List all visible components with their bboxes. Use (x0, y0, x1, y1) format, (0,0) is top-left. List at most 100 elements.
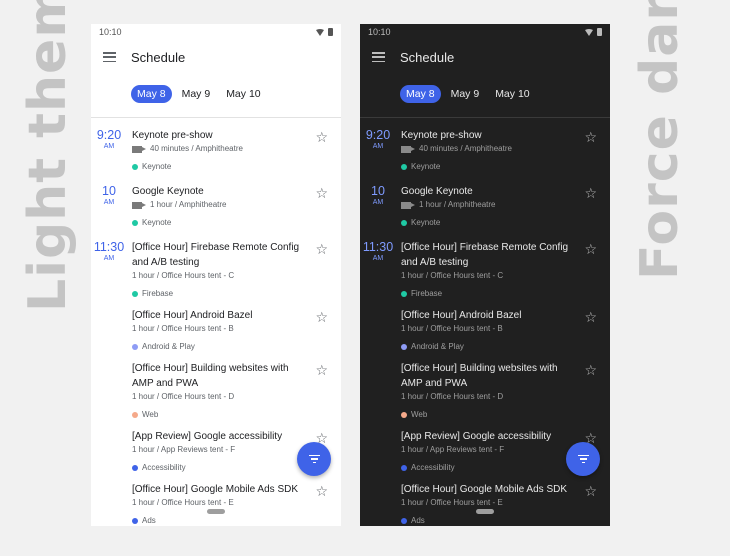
session-tag-label: Web (142, 410, 159, 419)
tab-may-10[interactable]: May 10 (220, 85, 266, 103)
session-meta: 1 hour / Office Hours tent - D (401, 391, 580, 403)
session-time-value: 9:20 (96, 128, 122, 142)
filter-fab[interactable] (566, 442, 600, 476)
star-icon[interactable]: ☆ (315, 186, 328, 200)
star-icon[interactable]: ☆ (315, 130, 328, 144)
home-indicator[interactable] (207, 509, 225, 514)
session-item[interactable]: 10 AM Google Keynote 1 hour / Amphitheatre K… (91, 184, 341, 229)
tag-dot-icon (132, 344, 138, 350)
session-tag: Ads (401, 515, 580, 526)
battery-icon (597, 28, 602, 36)
session-tag: Keynote (401, 217, 580, 229)
session-time-value: 10 (371, 184, 385, 198)
session-time-ampm: AM (103, 143, 115, 150)
tag-dot-icon (401, 465, 407, 471)
wifi-icon (316, 28, 324, 36)
session-meta: 1 hour / Amphitheatre (401, 199, 580, 211)
session-tag-label: Ads (142, 516, 156, 525)
tab-may-9[interactable]: May 9 (176, 85, 217, 103)
session-meta-text: 1 hour / Office Hours tent - E (401, 498, 503, 507)
session-meta: 40 minutes / Amphitheatre (401, 143, 580, 155)
filter-fab[interactable] (297, 442, 331, 476)
menu-icon[interactable] (372, 52, 385, 62)
session-tag-label: Keynote (142, 218, 172, 227)
divider (360, 117, 610, 118)
session-meta-text: 1 hour / App Reviews tent - F (401, 445, 505, 454)
session-tag: Web (132, 409, 311, 421)
tag-dot-icon (132, 465, 138, 471)
session-meta: 1 hour / Office Hours tent - E (401, 497, 580, 509)
star-icon[interactable]: ☆ (584, 484, 597, 498)
star-icon[interactable]: ☆ (584, 310, 597, 324)
session-meta: 1 hour / App Reviews tent - F (132, 444, 311, 456)
tab-may-10[interactable]: May 10 (489, 85, 535, 103)
session-item[interactable]: [Office Hour] Android Bazel 1 hour / Offi… (91, 308, 341, 353)
session-item[interactable]: 9:20 AM Keynote pre-show 40 minutes / Amphi… (360, 128, 610, 173)
session-title: [Office Hour] Google Mobile Ads SDK (132, 484, 299, 495)
session-title: Google Keynote (132, 186, 204, 197)
session-item[interactable]: 10 AM Google Keynote 1 hour / Amphitheatre K… (360, 184, 610, 229)
session-time-ampm: AM (103, 199, 115, 206)
session-tag: Android & Play (401, 341, 580, 353)
session-tag: Keynote (401, 161, 580, 173)
app-bar: Schedule (91, 40, 341, 74)
session-time-ampm: AM (372, 255, 384, 262)
star-icon[interactable]: ☆ (584, 242, 597, 256)
star-icon[interactable]: ☆ (584, 186, 597, 200)
session-title: [App Review] Google accessibility (132, 431, 283, 442)
star-icon[interactable]: ☆ (315, 310, 328, 324)
session-meta-text: 1 hour / Amphitheatre (419, 200, 496, 209)
session-item[interactable]: 9:20 AM Keynote pre-show 40 minutes / Amphi… (91, 128, 341, 173)
session-time-ampm: AM (103, 255, 115, 262)
session-tag: Firebase (401, 288, 580, 300)
session-title: [Office Hour] Building websites with AMP… (401, 363, 558, 389)
star-icon[interactable]: ☆ (315, 484, 328, 498)
video-icon (401, 145, 415, 153)
session-meta-text: 1 hour / Office Hours tent - D (132, 392, 235, 401)
star-icon[interactable]: ☆ (315, 363, 328, 377)
session-item[interactable]: [Office Hour] Building websites with AMP… (360, 361, 610, 421)
session-time-value: 11:30 (93, 240, 125, 254)
session-meta-text: 1 hour / Office Hours tent - C (132, 271, 235, 280)
status-time: 10:10 (368, 27, 391, 37)
session-meta-text: 1 hour / Office Hours tent - B (132, 324, 234, 333)
session-item[interactable]: [Office Hour] Google Mobile Ads SDK 1 hou… (360, 482, 610, 526)
session-time: 11:30 AM (91, 240, 127, 263)
session-time-ampm: AM (372, 143, 384, 150)
app-bar: Schedule (360, 40, 610, 74)
session-title: Keynote pre-show (132, 130, 213, 141)
tag-dot-icon (132, 291, 138, 297)
date-tabs: May 8 May 9 May 10 (360, 80, 610, 108)
session-title: [App Review] Google accessibility (401, 431, 552, 442)
session-tag: Accessibility (401, 462, 580, 474)
tab-may-9[interactable]: May 9 (445, 85, 486, 103)
star-icon[interactable]: ☆ (584, 130, 597, 144)
session-item[interactable]: 11:30 AM [Office Hour] Firebase Remote Con… (360, 240, 610, 300)
light-theme-label: Light theme (18, 0, 78, 312)
tab-may-8[interactable]: May 8 (400, 85, 441, 103)
session-item[interactable]: 11:30 AM [Office Hour] Firebase Remote Con… (91, 240, 341, 300)
battery-icon (328, 28, 333, 36)
session-meta-text: 1 hour / Office Hours tent - C (401, 271, 504, 280)
tag-dot-icon (401, 344, 407, 350)
star-icon[interactable]: ☆ (315, 242, 328, 256)
menu-icon[interactable] (103, 52, 116, 62)
session-item[interactable]: [Office Hour] Building websites with AMP… (91, 361, 341, 421)
session-tag-label: Keynote (142, 162, 172, 171)
session-tag: Keynote (132, 161, 311, 173)
app-title: Schedule (131, 49, 186, 65)
session-item[interactable]: [Office Hour] Google Mobile Ads SDK 1 hou… (91, 482, 341, 526)
tab-may-8[interactable]: May 8 (131, 85, 172, 103)
star-icon[interactable]: ☆ (584, 363, 597, 377)
video-icon (132, 201, 146, 209)
session-item[interactable]: [Office Hour] Android Bazel 1 hour / Offi… (360, 308, 610, 353)
tag-dot-icon (132, 164, 138, 170)
session-tag-label: Keynote (411, 218, 441, 227)
session-tag-label: Android & Play (411, 342, 464, 351)
session-meta: 1 hour / App Reviews tent - F (401, 444, 580, 456)
app-title: Schedule (400, 49, 455, 65)
session-tag: Accessibility (132, 462, 311, 474)
session-meta: 1 hour / Office Hours tent - C (132, 270, 311, 282)
session-time-ampm: AM (372, 199, 384, 206)
home-indicator[interactable] (476, 509, 494, 514)
